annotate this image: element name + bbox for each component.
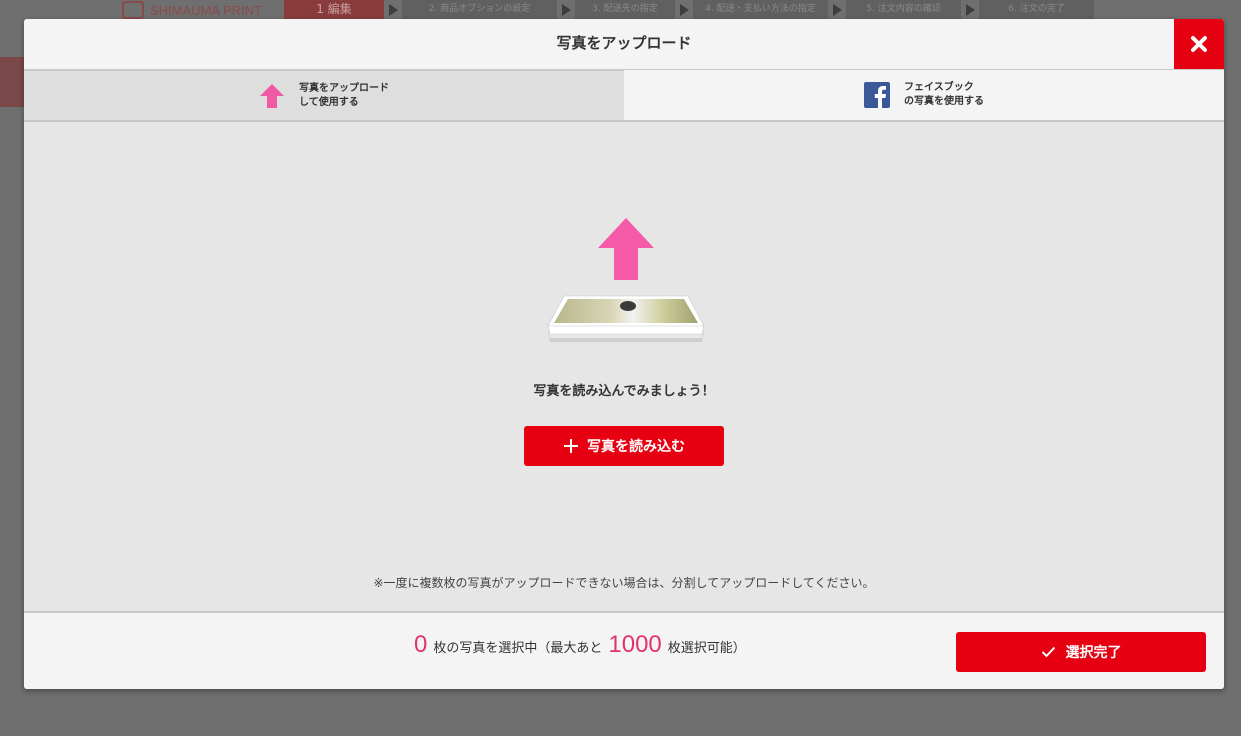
modal-header: 写真をアップロード [24,19,1224,70]
selected-count: 0 [414,631,428,658]
check-icon [1041,646,1055,658]
close-button[interactable] [1174,19,1224,69]
upload-prompt: 写真を読み込んでみましょう！ [533,384,715,399]
selection-done-button[interactable]: 選択完了 [956,632,1206,672]
load-photos-button[interactable]: 写真を読み込む [524,426,724,466]
step-1: 1 編集 [284,0,398,19]
modal-footer: 0 枚の写真を選択中（最大あと 1000 枚選択可能） 選択完了 [24,611,1224,689]
selection-counter: 0 枚の写真を選択中（最大あと 1000 枚選択可能） [414,631,746,671]
upload-note: ※一度に複数枚の写真がアップロードできない場合は、分割してアップロードしてくださ… [373,576,875,590]
remaining-text: 枚選択可能） [667,641,746,656]
order-steps: 1 編集 2. 商品オプションの設定 3. 配送先の指定 4. 配送・支払い方法… [284,0,1112,19]
step-3: 3. 配送先の指定 [575,0,689,19]
upload-arrow-icon [260,83,284,108]
load-photos-label: 写真を読み込む [587,439,685,455]
selected-text: 枚の写真を選択中（最大あと [433,641,603,656]
tab-facebook-label: フェイスブック の写真を使用する [904,82,984,107]
upload-arrow-icon [598,218,654,280]
modal-title: 写真をアップロード [556,34,692,52]
photo-stack-icon [547,295,705,342]
facebook-icon [864,82,890,108]
step-6: 6. 注文の完了 [979,0,1094,19]
upload-modal: 写真をアップロード 写真をアップロード して使用する フェイスブック の写真を使… [24,19,1224,689]
upload-drop-area: 写真を読み込んでみましょう！ 写真を読み込む ※一度に複数枚の写真がアップロード… [24,122,1224,612]
logo-text: SHIMAUMA PRINT [150,2,262,18]
step-4: 4. 配送・支払い方法の指定 [693,0,842,19]
step-2: 2. 商品オプションの設定 [402,0,571,19]
plus-icon [564,439,578,453]
site-logo: SHIMAUMA PRINT [122,0,262,20]
tab-facebook[interactable]: フェイスブック の写真を使用する [624,70,1224,120]
max-count: 1000 [608,631,662,658]
tab-upload[interactable]: 写真をアップロード して使用する [24,70,624,120]
step-5: 5. 注文内容の確認 [846,0,975,19]
logo-mark-icon [122,1,144,19]
selection-done-label: 選択完了 [1065,645,1122,661]
background-header: SHIMAUMA PRINT 1 編集 2. 商品オプションの設定 3. 配送先… [0,0,1241,20]
tab-upload-label: 写真をアップロード して使用する [299,82,389,108]
close-x-icon [1191,36,1207,52]
source-tabs: 写真をアップロード して使用する フェイスブック の写真を使用する [24,70,1224,122]
background-side-tab [0,57,24,107]
